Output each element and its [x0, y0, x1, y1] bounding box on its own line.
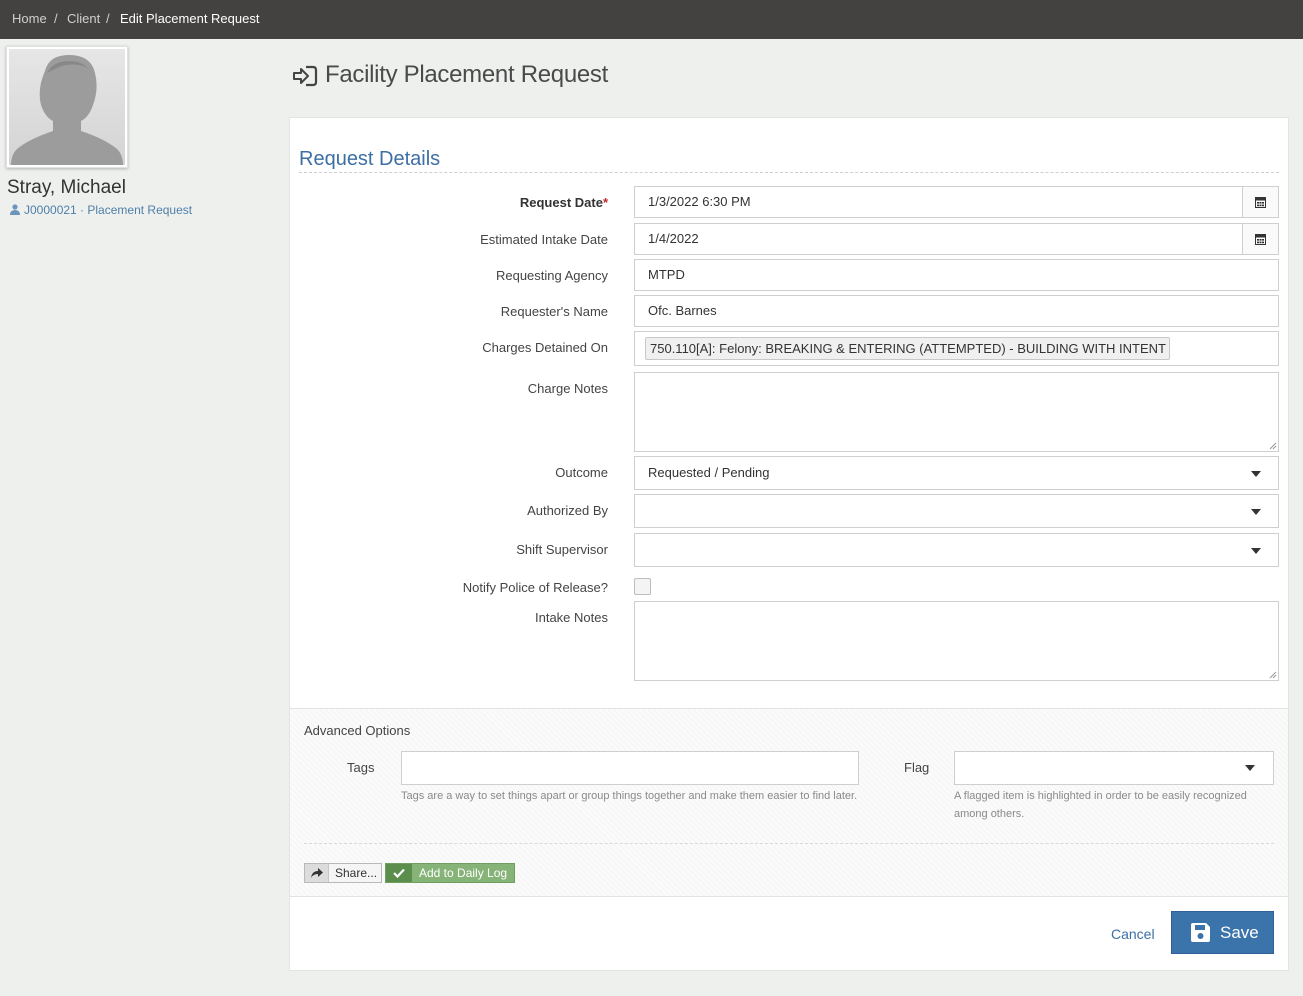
advanced-divider — [304, 843, 1274, 844]
check-icon — [386, 864, 412, 882]
requesters-name-label: Requester's Name — [500, 304, 608, 319]
requesting-agency-label: Requesting Agency — [495, 268, 608, 283]
flag-select[interactable] — [954, 751, 1274, 785]
add-to-daily-log-button[interactable]: Add to Daily Log — [385, 863, 515, 883]
authorized-by-select[interactable] — [634, 494, 1279, 528]
user-icon — [10, 204, 20, 218]
client-name: Stray, Michael — [7, 177, 126, 198]
calendar-icon — [1255, 197, 1266, 208]
client-id-link[interactable]: J0000021 · Placement Request — [24, 203, 192, 217]
requesting-agency-input[interactable]: MTPD — [634, 259, 1279, 291]
estimated-intake-date-input[interactable]: 1/4/2022 — [634, 223, 1243, 255]
chevron-down-icon — [1251, 471, 1261, 477]
charge-notes-label: Charge Notes — [527, 381, 608, 396]
advanced-options-title: Advanced Options — [304, 723, 411, 738]
request-date-calendar-button[interactable] — [1242, 186, 1279, 218]
estimated-intake-date-label: Estimated Intake Date — [480, 232, 608, 247]
flag-help-text: A flagged item is highlighted in order t… — [954, 790, 1247, 820]
section-divider — [299, 172, 1279, 173]
chevron-down-icon — [1245, 765, 1255, 771]
authorized-by-label: Authorized By — [527, 503, 608, 518]
shift-supervisor-label: Shift Supervisor — [516, 542, 608, 557]
daily-log-button-label: Add to Daily Log — [419, 866, 508, 880]
save-button[interactable]: Save — [1171, 911, 1274, 954]
top-bar: Home / Client / Edit Placement Request — [0, 0, 1303, 39]
outcome-select[interactable]: Requested / Pending — [634, 456, 1279, 490]
outcome-label: Outcome — [555, 465, 608, 480]
charges-detained-label: Charges Detained On — [482, 340, 608, 355]
share-button[interactable]: Share... — [304, 863, 382, 883]
breadcrumb-client[interactable]: Client — [67, 11, 100, 26]
notify-police-checkbox[interactable] — [634, 578, 651, 595]
breadcrumb-home[interactable]: Home — [12, 11, 47, 26]
save-button-label: Save — [1220, 922, 1259, 942]
intake-date-calendar-button[interactable] — [1242, 223, 1279, 255]
tags-input[interactable] — [401, 751, 859, 785]
page-title: Facility Placement Request — [325, 61, 608, 88]
shift-supervisor-select[interactable] — [634, 533, 1279, 567]
notify-police-label: Notify Police of Release? — [462, 580, 608, 595]
intake-notes-textarea[interactable] — [634, 601, 1279, 681]
required-marker: * — [602, 195, 608, 210]
charges-detained-input[interactable]: 750.110[A]: Felony: BREAKING & ENTERING … — [634, 331, 1279, 366]
avatar[interactable] — [6, 46, 128, 168]
tags-label: Tags — [347, 760, 375, 775]
request-date-label: Request Date* — [520, 195, 608, 210]
chevron-down-icon — [1251, 548, 1261, 554]
share-icon — [305, 864, 329, 882]
sign-in-icon — [292, 64, 318, 93]
share-button-label: Share... — [335, 866, 378, 880]
tags-help-text: Tags are a way to set things apart or gr… — [401, 790, 858, 802]
request-date-label-text: Request Date — [519, 195, 603, 210]
person-silhouette-icon — [11, 55, 123, 165]
section-title: Request Details — [299, 148, 441, 170]
flag-label: Flag — [904, 760, 930, 775]
intake-notes-label: Intake Notes — [535, 610, 608, 625]
avatar-image — [9, 49, 125, 165]
floppy-disk-icon — [1191, 923, 1210, 942]
charge-notes-textarea[interactable] — [634, 372, 1279, 452]
client-subline[interactable]: J0000021 · Placement Request — [10, 203, 192, 218]
resize-grip-icon[interactable] — [1269, 671, 1277, 679]
calendar-icon — [1255, 234, 1266, 245]
chevron-down-icon — [1251, 509, 1261, 515]
request-date-input[interactable]: 1/3/2022 6:30 PM — [634, 186, 1243, 218]
breadcrumb-current: Edit Placement Request — [120, 11, 260, 26]
requesters-name-input[interactable]: Ofc. Barnes — [634, 295, 1279, 327]
resize-grip-icon[interactable] — [1269, 442, 1277, 450]
outcome-selected-value: Requested / Pending — [648, 465, 770, 480]
cancel-button[interactable]: Cancel — [1111, 926, 1155, 942]
charge-tag[interactable]: 750.110[A]: Felony: BREAKING & ENTERING … — [645, 337, 1170, 360]
breadcrumb-separator: / — [54, 11, 58, 26]
breadcrumb-separator: / — [106, 11, 110, 26]
